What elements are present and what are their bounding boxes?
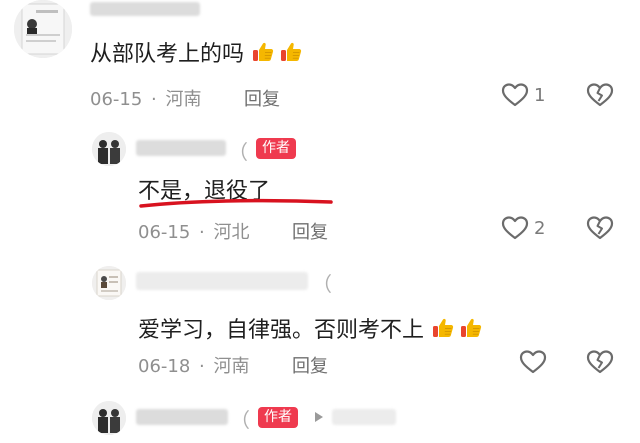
- comment-text-content: 从部队考上的吗: [90, 42, 245, 67]
- reply-button[interactable]: 回复: [292, 352, 328, 378]
- username-paren: （: [228, 140, 248, 164]
- comment-meta: 06-15 · 河北: [138, 218, 250, 244]
- heart-icon[interactable]: [501, 82, 529, 108]
- broken-heart-icon[interactable]: [586, 82, 614, 108]
- red-underline-annotation: [139, 198, 333, 208]
- meta-separator: ·: [199, 222, 205, 243]
- broken-heart-icon[interactable]: [586, 349, 614, 375]
- avatar[interactable]: [92, 401, 126, 435]
- avatar-image: [92, 132, 126, 166]
- comment-text: 从部队考上的吗: [90, 36, 303, 68]
- reply-target-blurred: [332, 409, 396, 425]
- author-tag: 作者: [256, 138, 296, 159]
- heart-icon[interactable]: [501, 215, 529, 241]
- comment-text: 爱学习，自律强。否则考不上: [138, 312, 483, 344]
- comment-meta: 06-15 · 河南: [90, 85, 202, 111]
- avatar[interactable]: [14, 0, 72, 58]
- username-paren: （: [230, 408, 250, 432]
- like-count: 2: [534, 218, 546, 239]
- avatar[interactable]: [92, 266, 126, 300]
- reply-button[interactable]: 回复: [244, 85, 280, 111]
- author-tag: 作者: [258, 407, 298, 428]
- comment-date: 06-15: [90, 89, 143, 110]
- username-blurred[interactable]: [136, 140, 226, 156]
- username-paren: （: [312, 272, 332, 296]
- comment-date: 06-18: [138, 356, 191, 377]
- comment-text-content: 爱学习，自律强。否则考不上: [138, 318, 425, 343]
- thumbs-up-emoji: [279, 40, 303, 64]
- username-blurred[interactable]: [90, 2, 200, 16]
- comment-location: 河南: [213, 356, 250, 377]
- comment-meta: 06-18 · 河南: [138, 352, 250, 378]
- comment-location: 河北: [213, 222, 250, 243]
- reply-button[interactable]: 回复: [292, 218, 328, 244]
- thumbs-up-emoji: [431, 316, 455, 340]
- like-count: 1: [534, 85, 546, 106]
- avatar-image: [92, 401, 126, 435]
- username-blurred[interactable]: [136, 409, 228, 425]
- comment-location: 河南: [165, 89, 202, 110]
- broken-heart-icon[interactable]: [586, 215, 614, 241]
- thumbs-up-emoji: [251, 40, 275, 64]
- reply-arrow-icon: [315, 412, 323, 422]
- avatar-image: [14, 0, 72, 58]
- avatar-image: [92, 266, 126, 300]
- username-blurred[interactable]: [136, 272, 308, 290]
- comment-date: 06-15: [138, 222, 191, 243]
- meta-separator: ·: [199, 356, 205, 377]
- meta-separator: ·: [151, 89, 157, 110]
- avatar[interactable]: [92, 132, 126, 166]
- thumbs-up-emoji: [459, 316, 483, 340]
- heart-icon[interactable]: [519, 349, 547, 375]
